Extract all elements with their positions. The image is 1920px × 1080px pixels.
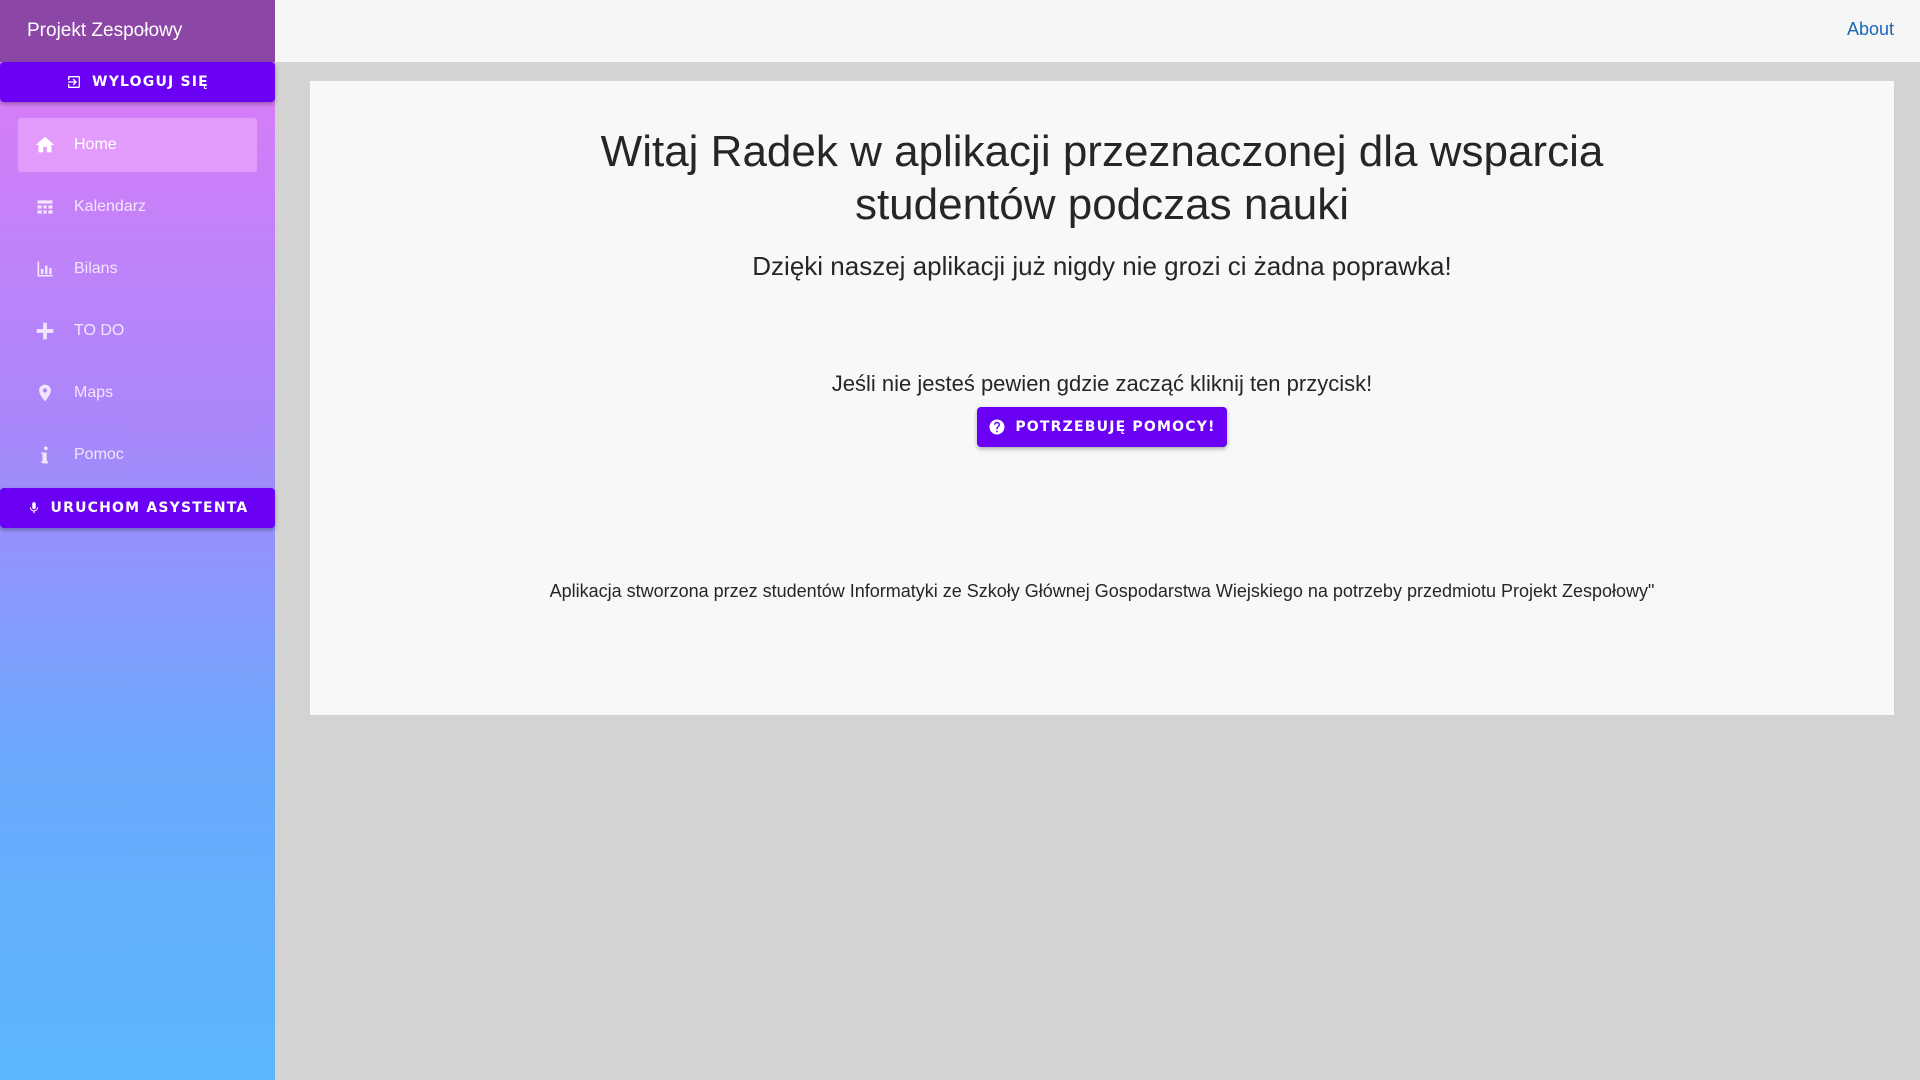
sidebar-item-kalendarz[interactable]: Kalendarz <box>18 180 257 234</box>
welcome-subheadline: Dzięki naszej aplikacji już nigdy nie gr… <box>752 251 1452 281</box>
home-icon <box>34 134 56 156</box>
welcome-card: Witaj Radek w aplikacji przeznaczonej dl… <box>310 81 1894 715</box>
sidebar-item-label: Kalendarz <box>74 198 147 215</box>
top-bar: About <box>275 0 1920 62</box>
footer-credits: Aplikacja stworzona przez studentów Info… <box>549 581 1655 601</box>
need-help-label: POTRZEBUJĘ POMOCY! <box>1015 419 1216 435</box>
app-brand: Projekt Zespołowy <box>0 0 275 62</box>
need-help-button[interactable]: POTRZEBUJĘ POMOCY! <box>977 407 1227 447</box>
sidebar-item-label: Home <box>74 136 117 153</box>
sidebar-item-label: Maps <box>74 384 114 401</box>
help-prompt: Jeśli nie jesteś pewien gdzie zacząć kli… <box>831 371 1373 396</box>
plus-icon <box>34 320 56 342</box>
sidebar-item-bilans[interactable]: Bilans <box>18 242 257 296</box>
about-link[interactable]: About <box>1847 19 1894 40</box>
sidebar-item-label: TO DO <box>74 322 125 339</box>
sidebar-item-maps[interactable]: Maps <box>18 366 257 420</box>
microphone-icon <box>29 502 38 514</box>
start-assistant-button[interactable]: URUCHOM ASYSTENTA <box>0 488 275 528</box>
help-icon <box>989 419 1005 435</box>
logout-label: WYLOGUJ SIĘ <box>92 74 209 90</box>
app-title: Projekt Zespołowy <box>27 20 183 41</box>
start-assistant-label: URUCHOM ASYSTENTA <box>50 500 249 516</box>
sidebar-item-todo[interactable]: TO DO <box>18 304 257 358</box>
logout-icon <box>68 76 81 88</box>
sidebar-nav: Home Kalendarz Bilans TO DO Maps Pomoc <box>18 118 257 490</box>
sidebar-item-pomoc[interactable]: Pomoc <box>18 428 257 482</box>
sidebar-item-home[interactable]: Home <box>18 118 257 172</box>
map-pin-icon <box>34 382 56 404</box>
logout-button[interactable]: WYLOGUJ SIĘ <box>0 62 275 102</box>
sidebar-item-label: Pomoc <box>74 446 124 463</box>
sidebar-item-label: Bilans <box>74 260 118 277</box>
info-icon <box>34 444 56 466</box>
welcome-headline: Witaj Radek w aplikacji przeznaczonej dl… <box>600 127 1604 229</box>
sidebar: Projekt Zespołowy WYLOGUJ SIĘ Home Kalen… <box>0 0 275 1080</box>
calendar-icon <box>34 196 56 218</box>
bar-chart-icon <box>34 258 56 280</box>
